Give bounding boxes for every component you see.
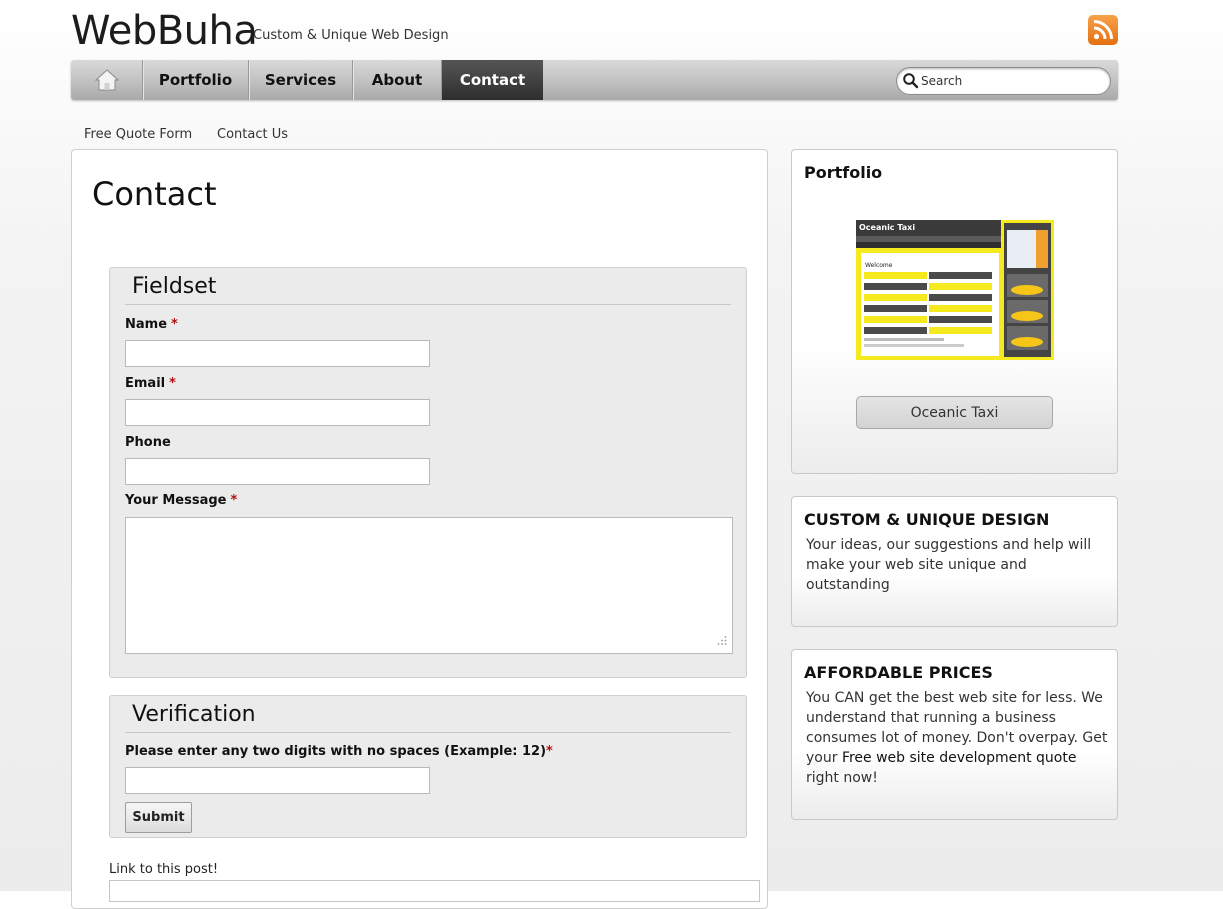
portfolio-thumbnail[interactable]: Oceanic Taxi Welcome <box>856 220 1054 360</box>
affordable-prices-title: AFFORDABLE PRICES <box>804 663 993 682</box>
resize-grip-icon[interactable] <box>717 635 727 645</box>
verification-fieldset: Verification Please enter any two digits… <box>109 695 747 838</box>
custom-design-widget: CUSTOM & UNIQUE DESIGN Your ideas, our s… <box>791 496 1118 627</box>
subnav-free-quote[interactable]: Free Quote Form <box>84 127 192 142</box>
custom-design-title: CUSTOM & UNIQUE DESIGN <box>804 510 1050 529</box>
page-title: Contact <box>92 175 217 213</box>
message-textarea[interactable] <box>125 517 733 654</box>
rss-icon[interactable] <box>1088 15 1118 45</box>
affordable-prices-widget: AFFORDABLE PRICES You CAN get the best w… <box>791 649 1118 820</box>
fieldset-legend: Fieldset <box>132 274 217 299</box>
verification-input[interactable] <box>125 767 430 794</box>
custom-design-text: Your ideas, our suggestions and help wil… <box>806 537 1092 593</box>
phone-label: Phone <box>125 435 171 450</box>
nav-portfolio[interactable]: Portfolio <box>143 60 249 100</box>
nav-home[interactable] <box>71 60 143 100</box>
search-icon[interactable] <box>902 72 920 90</box>
thumb-welcome-heading: Welcome <box>865 262 893 269</box>
message-label: Your Message * <box>125 493 238 508</box>
nav-services[interactable]: Services <box>249 60 353 100</box>
nav-contact[interactable]: Contact <box>442 60 543 100</box>
contact-fieldset: Fieldset Name * Email * Phone Your Message… <box>109 267 747 678</box>
site-tagline: Custom & Unique Web Design <box>253 28 449 43</box>
subnav-contact-us[interactable]: Contact Us <box>217 127 288 142</box>
free-quote-link[interactable]: Free web site development quote <box>842 750 1077 766</box>
email-label: Email * <box>125 376 176 391</box>
verification-prompt: Please enter any two digits with no spac… <box>125 744 553 759</box>
legend-divider <box>125 732 731 733</box>
legend-divider <box>125 304 731 305</box>
name-input[interactable] <box>125 340 430 367</box>
link-to-post-label: Link to this post! <box>109 862 219 877</box>
portfolio-widget-title: Portfolio <box>804 163 883 182</box>
home-icon <box>94 69 119 91</box>
site-logo[interactable]: WebBuha <box>71 8 258 54</box>
name-label: Name * <box>125 317 178 332</box>
main-nav: Portfolio Services About Contact <box>71 60 1118 100</box>
phone-input[interactable] <box>125 458 430 485</box>
verification-legend: Verification <box>132 702 256 727</box>
portfolio-widget: Portfolio Oceanic Taxi Welcome Oceanic T… <box>791 149 1118 474</box>
email-input[interactable] <box>125 399 430 426</box>
affordable-prices-text: You CAN get the best web site for less. … <box>806 690 1108 786</box>
search-input[interactable] <box>921 72 1101 90</box>
link-to-post-field[interactable] <box>109 880 760 902</box>
nav-about[interactable]: About <box>353 60 442 100</box>
search-box <box>896 67 1111 95</box>
thumb-site-title: Oceanic Taxi <box>859 223 915 232</box>
submit-button[interactable]: Submit <box>125 802 192 833</box>
portfolio-item-button[interactable]: Oceanic Taxi <box>856 396 1053 429</box>
